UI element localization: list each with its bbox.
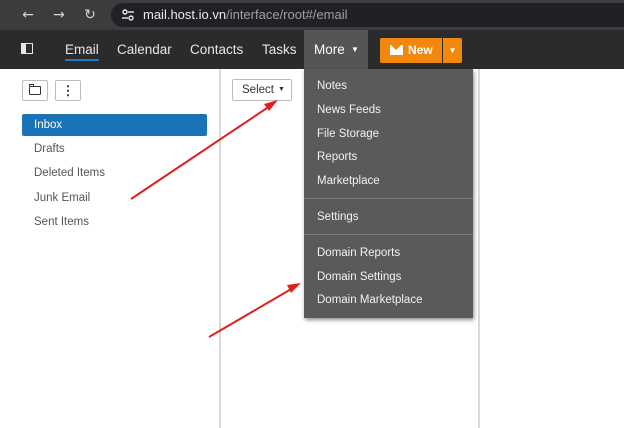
menu-item-reports[interactable]: Reports: [317, 151, 357, 163]
address-bar[interactable]: mail.host.io.vn/interface/root#/email: [111, 3, 624, 27]
chevron-down-icon: ▼: [448, 46, 457, 55]
tab-tasks-label: Tasks: [262, 42, 297, 57]
select-dropdown[interactable]: Select ▼: [232, 79, 292, 101]
chevron-down-icon: ▼: [351, 45, 359, 54]
reload-icon[interactable]: ↻: [80, 5, 100, 25]
folder-item-drafts[interactable]: Drafts: [34, 143, 65, 155]
folder-item-sent[interactable]: Sent Items: [34, 216, 89, 228]
menu-item-notes[interactable]: Notes: [317, 80, 347, 92]
menu-item-domain-marketplace[interactable]: Domain Marketplace: [317, 294, 422, 306]
more-menu: Notes News Feeds File Storage Reports Ma…: [304, 69, 473, 318]
folder-options-button[interactable]: ⋮: [55, 80, 81, 101]
menu-item-domain-reports[interactable]: Domain Reports: [317, 247, 400, 259]
tab-tasks[interactable]: Tasks: [262, 30, 297, 69]
tab-email-label: Email: [65, 42, 99, 61]
envelope-icon: [390, 45, 403, 55]
folder-item-junk[interactable]: Junk Email: [34, 192, 90, 204]
folder-icon: [28, 84, 41, 95]
folder-item-inbox[interactable]: Inbox: [22, 114, 207, 136]
menu-item-file-storage[interactable]: File Storage: [317, 128, 379, 140]
arrow-right-icon[interactable]: →: [49, 5, 69, 25]
arrow-left-icon[interactable]: ←: [18, 5, 38, 25]
browser-toolbar: ← → ↻ mail.host.io.vn/interface/root#/em…: [0, 0, 624, 30]
menu-divider: [304, 234, 473, 235]
new-folder-button[interactable]: [22, 80, 48, 101]
tab-more-label: More: [314, 42, 345, 57]
sidebar-toggle-icon[interactable]: [21, 43, 33, 54]
url-path: /interface/root#/email: [226, 7, 348, 22]
new-options-button[interactable]: ▼: [443, 38, 462, 63]
menu-item-domain-settings[interactable]: Domain Settings: [317, 271, 401, 283]
menu-divider: [304, 198, 473, 199]
menu-item-marketplace[interactable]: Marketplace: [317, 175, 380, 187]
app-navbar: Email Calendar Contacts Tasks More ▼: [0, 30, 624, 69]
chevron-down-icon: ▼: [278, 86, 285, 93]
tab-calendar-label: Calendar: [117, 42, 172, 57]
url-text: mail.host.io.vn/interface/root#/email: [143, 3, 348, 27]
select-label: Select: [242, 84, 274, 96]
tab-more[interactable]: More ▼: [304, 30, 368, 69]
kebab-menu-icon: ⋮: [61, 83, 75, 98]
tab-contacts[interactable]: Contacts: [190, 30, 243, 69]
new-button[interactable]: New: [380, 38, 442, 63]
menu-item-settings[interactable]: Settings: [317, 211, 359, 223]
tab-contacts-label: Contacts: [190, 42, 244, 57]
tab-calendar[interactable]: Calendar: [117, 30, 172, 69]
url-host: mail.host.io.vn: [143, 7, 227, 22]
tab-email[interactable]: Email: [65, 30, 99, 69]
menu-item-news-feeds[interactable]: News Feeds: [317, 104, 381, 116]
new-button-label: New: [408, 43, 433, 57]
site-settings-icon[interactable]: [120, 7, 136, 23]
new-button-group: New ▼: [380, 38, 462, 63]
folder-item-deleted[interactable]: Deleted Items: [34, 167, 105, 179]
